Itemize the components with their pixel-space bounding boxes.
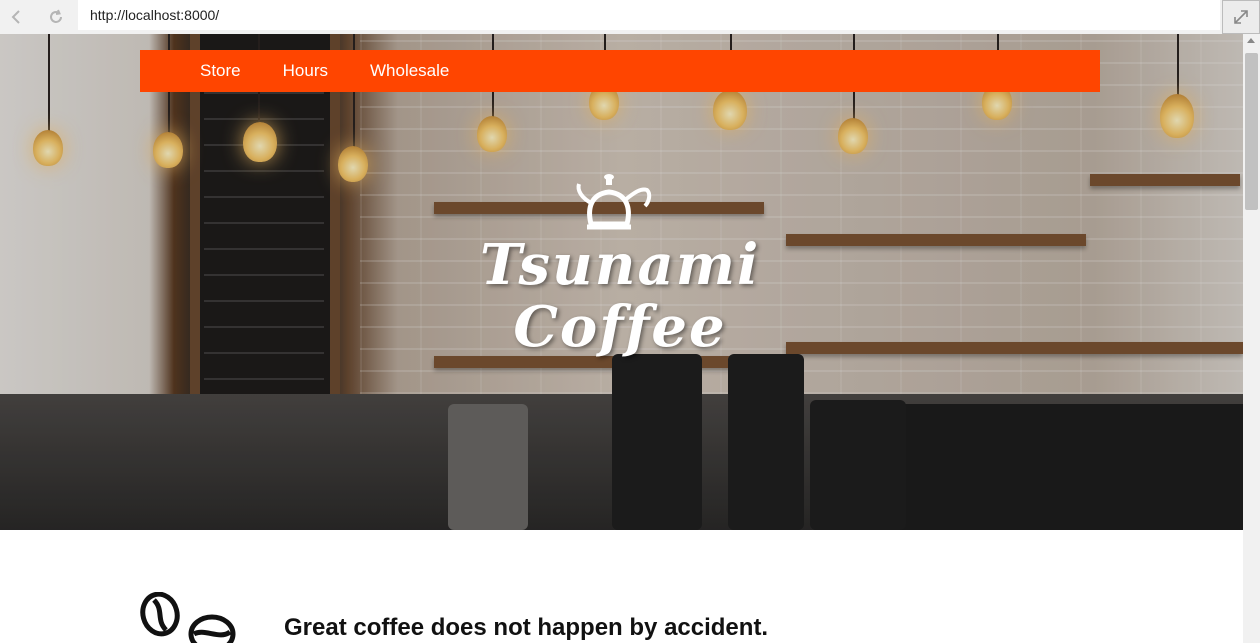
nav-link-hours[interactable]: Hours xyxy=(283,61,328,81)
url-text: http://localhost:8000/ xyxy=(90,7,220,23)
kettle-icon xyxy=(576,174,652,230)
site-logo[interactable]: Tsunami Coffee xyxy=(480,166,760,366)
nav-link-store[interactable]: Store xyxy=(200,61,241,81)
scrollbar-thumb[interactable] xyxy=(1245,53,1258,210)
browser-toolbar: http://localhost:8000/ xyxy=(0,0,1260,34)
expand-icon xyxy=(1234,10,1248,24)
hero-banner: Store Hours Wholesale Tsunami Coffee xyxy=(0,34,1243,530)
coffee-beans-icon xyxy=(140,592,236,643)
reload-icon xyxy=(50,9,62,23)
back-button[interactable] xyxy=(4,5,28,29)
page-viewport: Store Hours Wholesale Tsunami Coffee Gre… xyxy=(0,34,1243,643)
expand-button[interactable] xyxy=(1222,0,1260,34)
nav-link-wholesale[interactable]: Wholesale xyxy=(370,61,449,81)
vertical-scrollbar[interactable] xyxy=(1243,34,1260,643)
logo-text-line1: Tsunami xyxy=(480,232,761,298)
logo-text-line2: Coffee xyxy=(513,294,727,360)
reload-button[interactable] xyxy=(44,5,68,29)
chevron-left-icon xyxy=(11,10,20,24)
address-bar[interactable]: http://localhost:8000/ xyxy=(78,0,1220,30)
main-nav: Store Hours Wholesale xyxy=(140,50,1100,92)
section-headline: Great coffee does not happen by accident… xyxy=(284,614,769,641)
scroll-up-arrow-icon[interactable] xyxy=(1247,38,1255,43)
